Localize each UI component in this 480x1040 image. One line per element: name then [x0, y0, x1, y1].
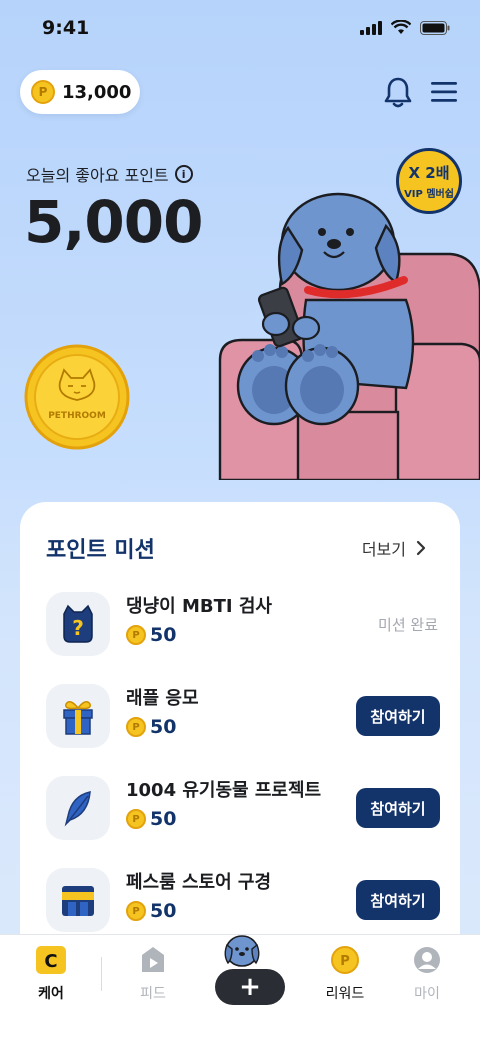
- today-points-value: 5,000: [24, 188, 203, 256]
- signal-icon: [360, 20, 382, 35]
- reward-value: 50: [150, 624, 177, 646]
- feather-icon: [64, 791, 91, 827]
- chevron-right-icon: [416, 540, 426, 556]
- join-button[interactable]: 참여하기: [356, 696, 440, 736]
- svg-text:?: ?: [72, 616, 84, 640]
- mission-name: 페스룸 스토어 구경: [126, 872, 272, 893]
- vip-multiplier: X 2배: [408, 164, 450, 182]
- tab-feed-label: 피드: [140, 986, 166, 1002]
- mission-reward: P 50: [126, 716, 176, 738]
- care-icon: C: [36, 946, 66, 974]
- more-link[interactable]: 더보기: [362, 536, 426, 560]
- today-points-label: 오늘의 좋아요 포인트 i: [26, 162, 193, 186]
- add-post-button[interactable]: +: [215, 969, 285, 1005]
- mission-name: 댕냥이 MBTI 검사: [126, 596, 272, 617]
- tab-my-label: 마이: [414, 986, 440, 1002]
- pethroom-coin-image: PETHROOM: [24, 344, 130, 450]
- gift-icon: [63, 701, 93, 735]
- mission-icon-box: [46, 776, 110, 840]
- tab-reward[interactable]: P 리워드: [310, 945, 380, 1003]
- join-button[interactable]: 참여하기: [356, 788, 440, 828]
- point-coin-icon: P: [31, 80, 55, 104]
- mission-item-store[interactable]: 페스룸 스토어 구경 P 50 참여하기: [46, 868, 440, 934]
- dog-mascot-icon: [224, 935, 260, 967]
- tab-my[interactable]: 마이: [392, 945, 462, 1003]
- battery-icon: [420, 20, 450, 35]
- join-button[interactable]: 참여하기: [356, 880, 440, 920]
- wifi-icon: [391, 20, 411, 34]
- store-icon: [62, 886, 94, 916]
- mission-reward: P 50: [126, 624, 176, 646]
- bell-icon[interactable]: [384, 76, 412, 108]
- menu-icon[interactable]: [430, 80, 458, 104]
- svg-text:P: P: [340, 954, 350, 969]
- today-points-label-text: 오늘의 좋아요 포인트: [26, 166, 169, 185]
- coin-icon: P: [126, 625, 146, 645]
- mission-icon-box: [46, 868, 110, 932]
- mission-reward: P 50: [126, 900, 176, 922]
- status-bar: 9:41: [0, 0, 480, 60]
- tab-reward-label: 리워드: [325, 986, 365, 1002]
- coin-icon: P: [126, 901, 146, 921]
- tab-care[interactable]: C 케어: [16, 945, 86, 1003]
- coin-icon: P: [126, 809, 146, 829]
- reward-value: 50: [150, 716, 177, 738]
- svg-text:C: C: [44, 951, 57, 972]
- reward-value: 50: [150, 900, 177, 922]
- mission-name: 래플 응모: [126, 688, 199, 709]
- mission-icon-box: [46, 684, 110, 748]
- tab-care-label: 케어: [38, 986, 64, 1002]
- profile-icon: [414, 947, 440, 973]
- point-balance-pill[interactable]: P 13,000: [20, 70, 140, 114]
- mission-item-mbti[interactable]: ? 댕냥이 MBTI 검사 P 50 미션 완료: [46, 592, 440, 658]
- mission-reward: P 50: [126, 808, 176, 830]
- bottom-tab-bar: C 케어 피드 + P 리워드 마이: [0, 934, 480, 1040]
- mission-name: 1004 유기동물 프로젝트: [126, 780, 322, 801]
- coin-icon: P: [126, 717, 146, 737]
- status-icons: [360, 20, 450, 35]
- more-link-label: 더보기: [361, 540, 406, 559]
- coin-brand-text: PETHROOM: [48, 411, 106, 421]
- mission-icon-box: ?: [46, 592, 110, 656]
- mission-item-raffle[interactable]: 래플 응모 P 50 참여하기: [46, 684, 440, 750]
- mission-item-1004-project[interactable]: 1004 유기동물 프로젝트 P 50 참여하기: [46, 776, 440, 842]
- reward-coin-icon: P: [331, 946, 359, 974]
- status-time: 9:41: [42, 17, 90, 39]
- mission-card-title: 포인트 미션: [46, 538, 155, 563]
- feed-icon: [142, 947, 164, 972]
- tab-feed[interactable]: 피드: [118, 945, 188, 1003]
- point-mission-card: 포인트 미션 더보기 ? 댕냥이 MBTI 검사 P 50 미션 완료 래플 응…: [20, 502, 460, 942]
- tab-divider: [101, 957, 102, 991]
- mission-complete-status: 미션 완료: [378, 616, 438, 634]
- dog-on-sofa-illustration: [218, 192, 480, 480]
- point-balance-value: 13,000: [62, 81, 132, 103]
- info-icon[interactable]: i: [174, 165, 193, 183]
- reward-value: 50: [150, 808, 177, 830]
- cat-question-icon: ?: [63, 604, 93, 643]
